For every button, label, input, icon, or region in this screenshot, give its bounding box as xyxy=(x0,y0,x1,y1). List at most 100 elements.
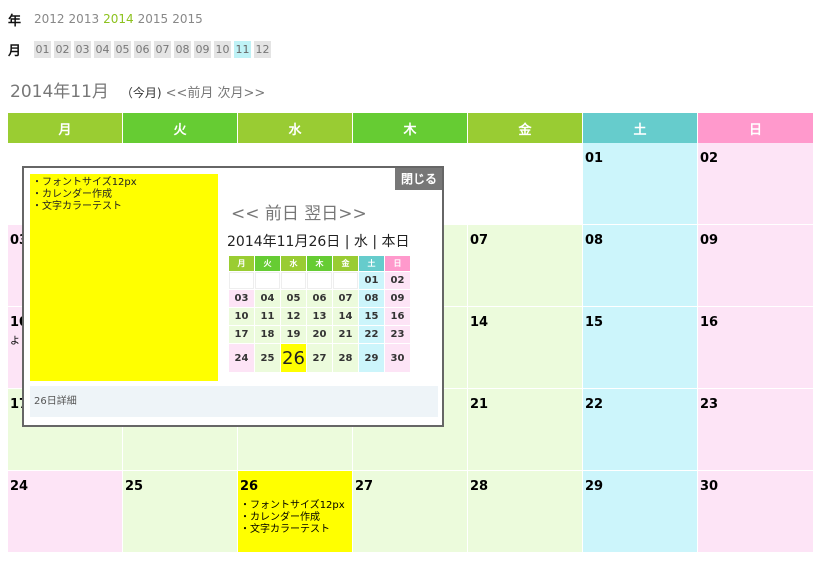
year-link[interactable]: 2015 xyxy=(172,12,203,26)
mini-day-cell[interactable]: 04 xyxy=(255,290,280,307)
month-prev-next-link[interactable]: <<前月 次月>> xyxy=(166,82,266,101)
mini-day-cell[interactable]: 25 xyxy=(255,344,280,372)
mini-day-cell[interactable]: 22 xyxy=(359,326,384,343)
year-link[interactable]: 2014 xyxy=(103,12,134,26)
page-title: 2014年11月 xyxy=(10,82,109,102)
calendar-day-cell[interactable]: 14 xyxy=(468,307,583,389)
calendar-day-cell[interactable]: 16 xyxy=(698,307,813,389)
month-link[interactable]: 10 xyxy=(214,40,231,58)
mini-day-cell[interactable]: 17 xyxy=(229,326,254,343)
mini-day-cell[interactable]: 12 xyxy=(281,308,306,325)
event-line: ・文字カラーテスト xyxy=(32,201,122,212)
mini-day-cell[interactable]: 20 xyxy=(307,326,332,343)
mini-day-cell[interactable]: 13 xyxy=(307,308,332,325)
mini-day-cell[interactable]: 01 xyxy=(359,272,384,289)
month-link[interactable]: 04 xyxy=(94,40,111,58)
day-prev-next-link[interactable]: << 前日 翌日>> xyxy=(231,199,367,224)
mini-day-cell[interactable]: 24 xyxy=(229,344,254,372)
month-link[interactable]: 01 xyxy=(34,40,51,58)
mini-day-cell[interactable]: 06 xyxy=(307,290,332,307)
mini-day-cell[interactable]: 15 xyxy=(359,308,384,325)
day-number: 23 xyxy=(700,397,719,412)
mini-day-cell[interactable]: 11 xyxy=(255,308,280,325)
month-link[interactable]: 08 xyxy=(174,40,191,58)
mini-day-cell xyxy=(307,272,332,289)
mini-day-cell[interactable]: 26 xyxy=(281,344,306,372)
weekday-header-cell: 月 xyxy=(8,113,123,143)
calendar-day-cell[interactable]: 07 xyxy=(468,225,583,307)
day-number: 02 xyxy=(700,151,719,166)
mini-day-cell xyxy=(333,272,358,289)
mini-weekday-cell: 金 xyxy=(333,256,358,271)
mini-day-cell[interactable]: 14 xyxy=(333,308,358,325)
mini-day-cell[interactable]: 30 xyxy=(385,344,410,372)
year-link[interactable]: 2015 xyxy=(138,12,169,26)
mini-day-cell[interactable]: 27 xyxy=(307,344,332,372)
calendar-day-cell[interactable]: 28 xyxy=(468,471,583,553)
popup-event-note: ・フォントサイズ12px ・カレンダー作成 ・文字カラーテスト xyxy=(30,174,218,381)
event-line: ・カレンダー作成 xyxy=(240,512,320,523)
mini-weekday-header: 月火水木金土日 xyxy=(229,256,411,271)
mini-day-cell[interactable]: 07 xyxy=(333,290,358,307)
day-number: 26 xyxy=(240,479,259,494)
day-popup: 閉じる ・フォントサイズ12px ・カレンダー作成 ・文字カラーテスト << 前日 … xyxy=(22,166,444,427)
year-nav: 年 2012 2013 2014 2015 2015 xyxy=(8,9,207,29)
calendar-day-cell[interactable]: 25 xyxy=(123,471,238,553)
calendar-day-cell[interactable]: 27 xyxy=(353,471,468,553)
day-number: 07 xyxy=(470,233,489,248)
mini-day-cell[interactable]: 03 xyxy=(229,290,254,307)
year-link[interactable]: 2013 xyxy=(69,12,100,26)
mini-day-cell[interactable]: 23 xyxy=(385,326,410,343)
close-button[interactable]: 閉じる xyxy=(394,168,442,190)
mini-day-cell[interactable]: 19 xyxy=(281,326,306,343)
mini-day-cell[interactable]: 28 xyxy=(333,344,358,372)
month-link[interactable]: 03 xyxy=(74,40,91,58)
year-link[interactable]: 2012 xyxy=(34,12,65,26)
day-number: 30 xyxy=(700,479,719,494)
month-link[interactable]: 05 xyxy=(114,40,131,58)
this-month-link[interactable]: （今月) xyxy=(121,84,162,101)
calendar-day-cell[interactable]: 15 xyxy=(583,307,698,389)
calendar-day-cell[interactable]: 21 xyxy=(468,389,583,471)
weekday-header: 月火水木金土日 xyxy=(8,113,814,143)
calendar-day-cell[interactable]: 08 xyxy=(583,225,698,307)
day-number: 21 xyxy=(470,397,489,412)
popup-date-label: 2014年11月26日 | 水 | 本日 xyxy=(227,234,410,250)
calendar-day-cell[interactable]: 23 xyxy=(698,389,813,471)
mini-weekday-cell: 水 xyxy=(281,256,306,271)
mini-weekday-cell: 火 xyxy=(255,256,280,271)
weekday-header-cell: 金 xyxy=(468,113,583,143)
day-number: 24 xyxy=(10,479,29,494)
calendar-day-cell[interactable]: 22 xyxy=(583,389,698,471)
event-line: ・文字カラーテスト xyxy=(240,524,330,535)
month-link[interactable]: 02 xyxy=(54,40,71,58)
month-link[interactable]: 09 xyxy=(194,40,211,58)
calendar-day-cell[interactable]: 30 xyxy=(698,471,813,553)
calendar-day-cell[interactable]: 24 xyxy=(8,471,123,553)
event-note: ・フォントサイズ12px ・カレンダー作成 ・文字カラーテスト xyxy=(240,500,352,536)
calendar-day-cell[interactable]: 01 xyxy=(583,143,698,225)
mini-day-cell[interactable]: 21 xyxy=(333,326,358,343)
month-link[interactable]: 06 xyxy=(134,40,151,58)
day-number: 09 xyxy=(700,233,719,248)
mini-day-cell[interactable]: 16 xyxy=(385,308,410,325)
mini-day-cell[interactable]: 18 xyxy=(255,326,280,343)
mini-day-cell[interactable]: 10 xyxy=(229,308,254,325)
calendar-day-cell[interactable]: 26 ・フォントサイズ12px ・カレンダー作成 ・文字カラーテスト xyxy=(238,471,353,553)
mini-weekday-cell: 土 xyxy=(359,256,384,271)
weekday-header-cell: 日 xyxy=(698,113,813,143)
mini-day-cell[interactable]: 29 xyxy=(359,344,384,372)
mini-day-cell[interactable]: 02 xyxy=(385,272,410,289)
month-link[interactable]: 07 xyxy=(154,40,171,58)
mini-day-cell[interactable]: 08 xyxy=(359,290,384,307)
day-number: 27 xyxy=(355,479,374,494)
calendar-day-cell[interactable]: 09 xyxy=(698,225,813,307)
mini-calendar: 月火水木金土日 01 02 03 04 05 06 07 08 09 10 11 12 13 14 15 16 1… xyxy=(229,256,411,372)
calendar-day-cell[interactable]: 29 xyxy=(583,471,698,553)
month-link[interactable]: 12 xyxy=(254,40,271,58)
month-link[interactable]: 11 xyxy=(234,40,251,58)
mini-day-cell[interactable]: 09 xyxy=(385,290,410,307)
calendar-day-cell[interactable]: 02 xyxy=(698,143,813,225)
year-label: 年 xyxy=(8,13,22,29)
mini-day-cell[interactable]: 05 xyxy=(281,290,306,307)
